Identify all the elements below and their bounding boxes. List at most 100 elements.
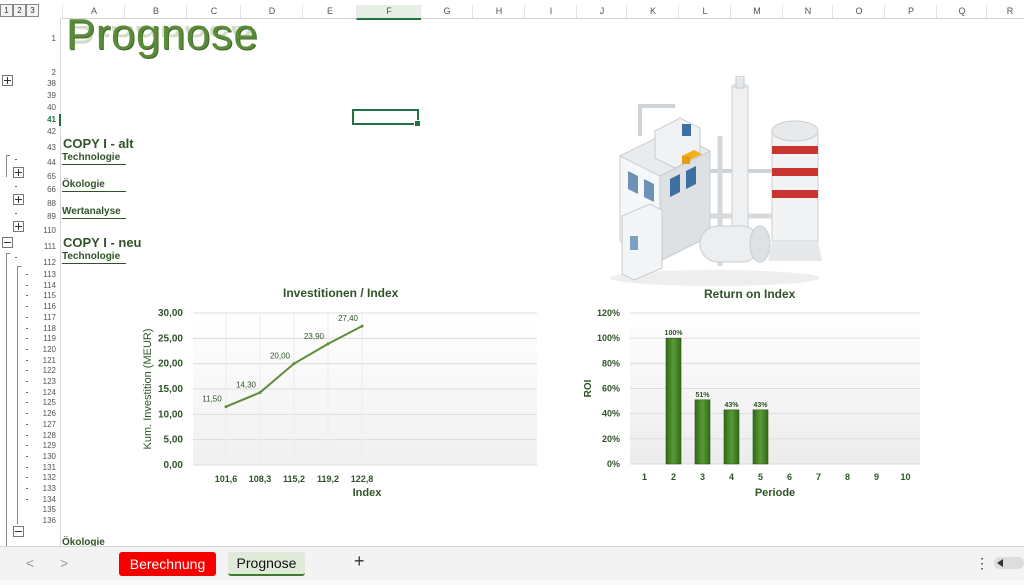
link-oekologie-alt[interactable]: Ökologie: [62, 179, 126, 192]
x-axis-title: Periode: [755, 487, 795, 499]
row-header-136[interactable]: 136: [43, 516, 56, 525]
row-header-115[interactable]: 115: [43, 291, 56, 300]
column-header-O[interactable]: O: [832, 5, 885, 18]
column-header-H[interactable]: H: [472, 5, 525, 18]
row-header-112[interactable]: 112: [43, 258, 56, 267]
y-tick-label: 20%: [602, 434, 620, 444]
row-header-120[interactable]: 120: [43, 345, 56, 354]
data-point: [326, 342, 330, 346]
expand-group-button[interactable]: [13, 194, 24, 205]
row-header-113[interactable]: 113: [43, 270, 56, 279]
data-label: 20,00: [270, 352, 291, 361]
column-header-E[interactable]: E: [302, 5, 357, 18]
y-tick-label: 25,00: [158, 333, 183, 344]
row-header-2[interactable]: 2: [52, 68, 56, 77]
row-header-118[interactable]: 118: [43, 324, 56, 333]
row-header-135[interactable]: 135: [43, 505, 56, 514]
row-header-1[interactable]: 1: [52, 34, 56, 43]
tab-berechnung[interactable]: Berechnung: [119, 552, 216, 576]
link-technologie-neu[interactable]: Technologie: [62, 251, 126, 264]
row-header-131[interactable]: 131: [43, 463, 56, 472]
column-header-Q[interactable]: Q: [936, 5, 987, 18]
expand-group-button[interactable]: [13, 221, 24, 232]
column-header-N[interactable]: N: [782, 5, 833, 18]
link-wertanalyse-alt[interactable]: Wertanalyse: [62, 206, 126, 219]
row-header-133[interactable]: 133: [43, 484, 56, 493]
row-header-128[interactable]: 128: [43, 431, 56, 440]
outline-dot: [26, 306, 28, 308]
status-strip: [0, 580, 1024, 585]
collapse-group-button[interactable]: [13, 526, 24, 537]
row-header-116[interactable]: 116: [43, 302, 56, 311]
row-header-121[interactable]: 121: [43, 356, 56, 365]
row-header-41[interactable]: 41: [47, 115, 56, 124]
row-header-130[interactable]: 130: [43, 452, 56, 461]
row-header-132[interactable]: 132: [43, 473, 56, 482]
row-header-122[interactable]: 122: [43, 366, 56, 375]
row-header-124[interactable]: 124: [43, 388, 56, 397]
outline-dot: [26, 284, 28, 286]
row-header-111[interactable]: 111: [44, 242, 56, 251]
bar: [723, 409, 740, 465]
column-header-G[interactable]: G: [420, 5, 473, 18]
column-header-K[interactable]: K: [626, 5, 679, 18]
column-header-M[interactable]: M: [730, 5, 783, 18]
row-header-114[interactable]: 114: [43, 281, 56, 290]
row-header-38[interactable]: 38: [47, 79, 56, 88]
row-header-127[interactable]: 127: [43, 420, 56, 429]
collapse-group-button[interactable]: [2, 237, 13, 248]
x-tick-label: 115,2: [283, 474, 305, 484]
group-bracket: [6, 253, 7, 546]
horizontal-scroll-left-icon[interactable]: [994, 557, 1024, 569]
row-header-125[interactable]: 125: [43, 398, 56, 407]
row-header-88[interactable]: 88: [47, 199, 56, 208]
column-header-J[interactable]: J: [576, 5, 627, 18]
row-header-43[interactable]: 43: [47, 143, 56, 152]
data-label: 51%: [695, 392, 710, 399]
outline-dot: [26, 498, 28, 500]
row-header-40[interactable]: 40: [47, 103, 56, 112]
column-header-F[interactable]: F: [356, 5, 421, 20]
row-header-129[interactable]: 129: [43, 441, 56, 450]
row-header-42[interactable]: 42: [47, 127, 56, 136]
row-header-66[interactable]: 66: [47, 185, 56, 194]
outline-level-3-button[interactable]: 3: [26, 4, 39, 17]
data-label: 100%: [665, 330, 684, 337]
row-header-126[interactable]: 126: [43, 409, 56, 418]
x-tick-label: 6: [787, 472, 792, 482]
row-header-65[interactable]: 65: [47, 172, 56, 181]
outline-dot: [15, 213, 17, 214]
outline-level-2-button[interactable]: 2: [13, 4, 26, 17]
y-tick-label: 0%: [607, 459, 620, 469]
row-header-44[interactable]: 44: [47, 158, 56, 167]
x-tick-label: 10: [900, 472, 910, 482]
row-header-89[interactable]: 89: [47, 212, 56, 221]
bar: [665, 337, 682, 465]
row-header: 1 2 38 39 40 41 42 43 44 65 66 88 89 110 111 112 113 114 1…: [30, 18, 61, 546]
tab-prognose[interactable]: Prognose: [228, 552, 305, 576]
row-header-117[interactable]: 117: [43, 313, 56, 322]
row-header-134[interactable]: 134: [43, 495, 56, 504]
row-header-39[interactable]: 39: [47, 91, 56, 100]
previous-sheet-button[interactable]: <: [26, 555, 34, 571]
outline-dot: [26, 327, 28, 329]
add-sheet-button[interactable]: +: [354, 551, 365, 572]
x-tick-label: 5: [758, 472, 763, 482]
column-header-L[interactable]: L: [678, 5, 731, 18]
row-header-110[interactable]: 110: [43, 226, 56, 235]
more-options-icon[interactable]: ⋮: [975, 555, 989, 572]
column-header-R[interactable]: R: [986, 5, 1024, 18]
row-header-123[interactable]: 123: [43, 377, 56, 386]
expand-group-button[interactable]: [2, 75, 13, 86]
outline-level-1-button[interactable]: 1: [0, 4, 13, 17]
column-header-P[interactable]: P: [884, 5, 937, 18]
row-header-119[interactable]: 119: [43, 334, 56, 343]
link-technologie-alt[interactable]: Technologie: [62, 152, 126, 165]
selected-cell[interactable]: [352, 109, 421, 127]
next-sheet-button[interactable]: >: [60, 555, 68, 571]
y-axis-title: ROI: [583, 379, 594, 397]
data-label: 43%: [753, 402, 768, 409]
column-header-I[interactable]: I: [524, 5, 577, 18]
expand-group-button[interactable]: [13, 167, 24, 178]
outline-dot: [26, 445, 28, 447]
